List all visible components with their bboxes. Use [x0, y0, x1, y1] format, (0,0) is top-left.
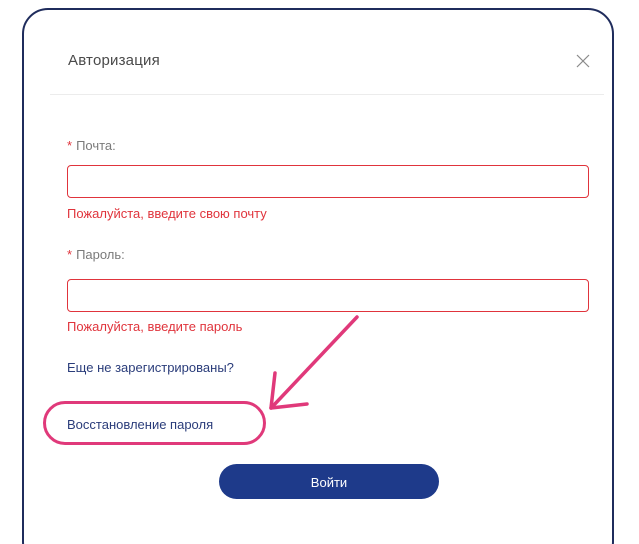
annotation-arrow-icon: [269, 315, 359, 410]
login-button[interactable]: Войти: [219, 464, 439, 499]
